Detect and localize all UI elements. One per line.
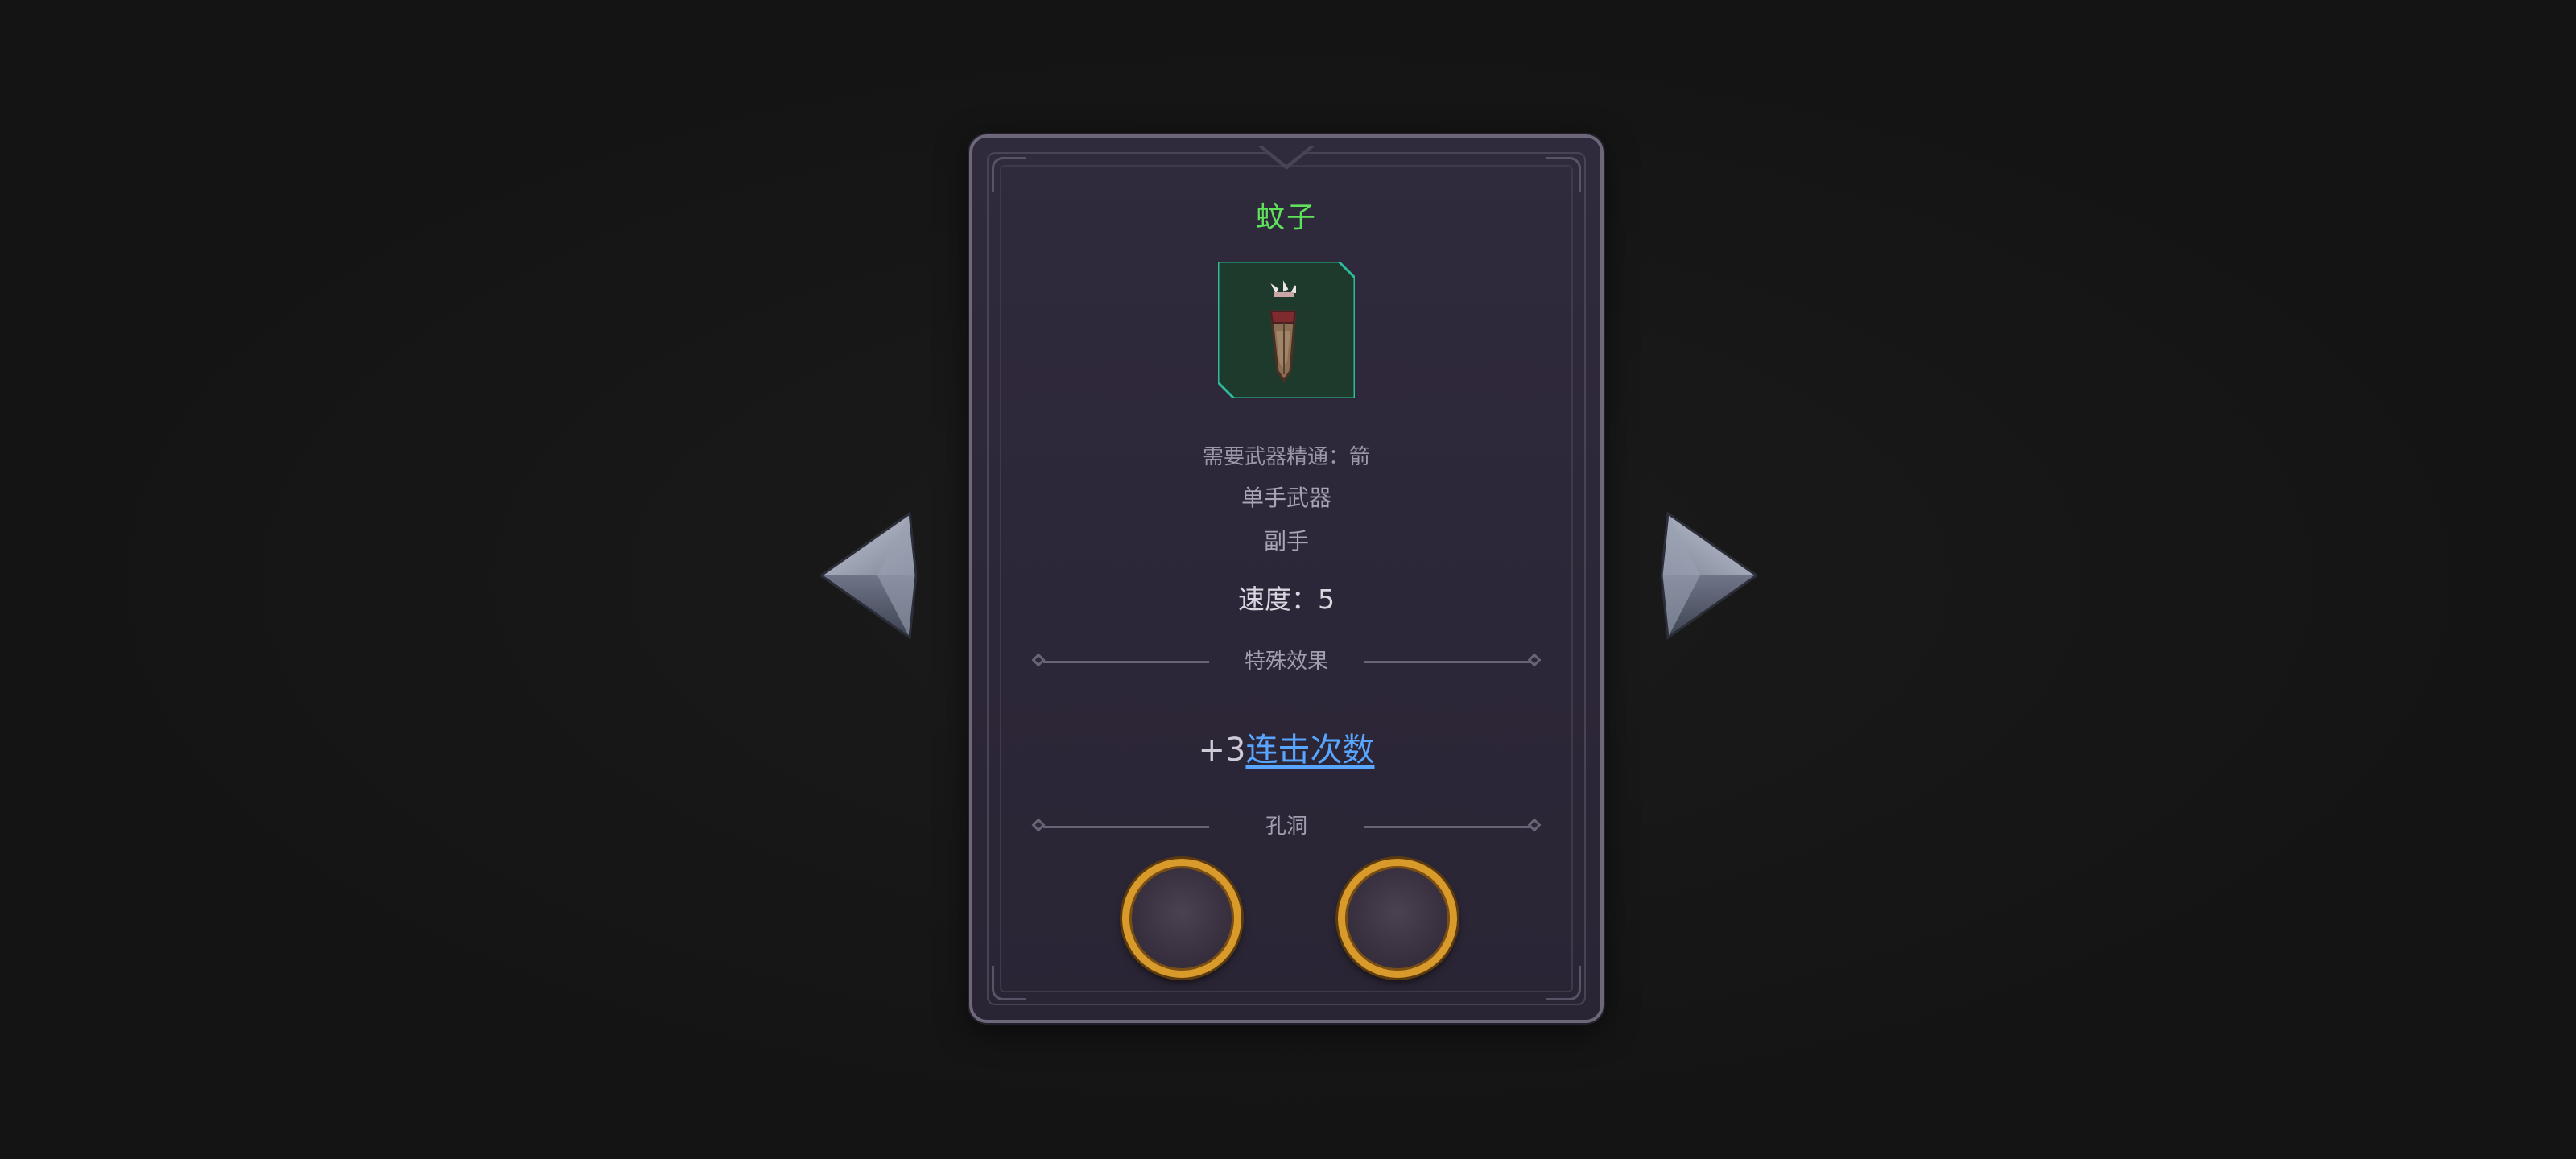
prev-item-button[interactable] bbox=[813, 499, 926, 652]
next-item-button[interactable] bbox=[1652, 499, 1765, 652]
special-effects-divider: 特殊效果 bbox=[1031, 650, 1542, 674]
corner-ornament bbox=[1546, 966, 1581, 1000]
card-notch-inner bbox=[1262, 146, 1311, 165]
socket-slot-1[interactable] bbox=[1122, 859, 1241, 978]
corner-ornament bbox=[992, 966, 1026, 1000]
socket-slot-2[interactable] bbox=[1338, 859, 1457, 978]
effect-value: +3 bbox=[1198, 732, 1246, 769]
equip-slot: 副手 bbox=[1263, 528, 1309, 555]
left-arrow-icon bbox=[820, 511, 918, 640]
sockets-divider: 孔洞 bbox=[1031, 815, 1542, 839]
weapon-mastery-requirement: 需要武器精通：箭 bbox=[1202, 445, 1370, 469]
effect-entry: +3连击次数 bbox=[972, 724, 1600, 770]
divider-line bbox=[1364, 661, 1530, 663]
item-tooltip-card: 蚊子 需要武器精通：箭 单手武器 副手 速度：5 特殊效果 +3连击次数 孔洞 bbox=[969, 134, 1604, 1023]
item-icon-slot bbox=[1218, 262, 1355, 398]
right-arrow-icon bbox=[1660, 511, 1757, 640]
divider-line bbox=[1364, 826, 1530, 828]
weapon-hand-type: 单手武器 bbox=[1241, 485, 1331, 511]
speed-stat: 速度：5 bbox=[1238, 584, 1335, 615]
item-name: 蚊子 bbox=[1255, 201, 1317, 234]
combo-count-link[interactable]: 连击次数 bbox=[1245, 732, 1374, 769]
arrow-quiver-icon bbox=[1218, 262, 1355, 398]
corner-ornament bbox=[1546, 157, 1581, 192]
corner-ornament bbox=[992, 157, 1026, 192]
